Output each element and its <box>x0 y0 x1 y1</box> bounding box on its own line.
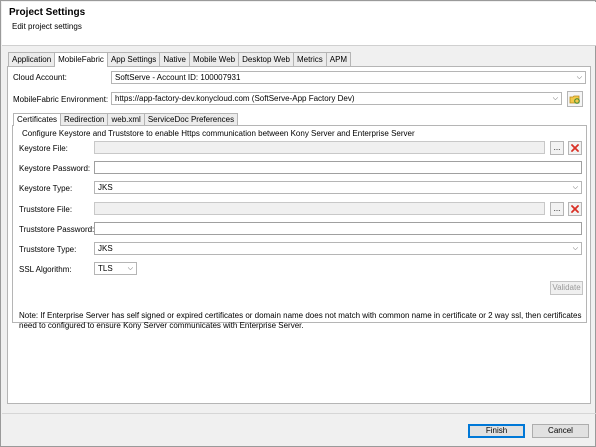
truststore-file-field <box>94 202 545 215</box>
tab-redirection[interactable]: Redirection <box>60 113 109 125</box>
finish-button[interactable]: Finish <box>468 424 525 438</box>
chevron-down-icon: ⌵ <box>572 245 578 252</box>
ssl-algorithm-value: TLS <box>98 264 113 273</box>
dialog-header: Project Settings Edit project settings <box>2 2 596 46</box>
keystore-delete-button[interactable] <box>568 141 582 155</box>
ssl-algorithm-label: SSL Algorithm: <box>19 265 72 274</box>
refresh-button[interactable] <box>567 91 583 107</box>
certificates-note: Note: If Enterprise Server has self sign… <box>19 311 582 330</box>
environment-label: MobileFabric Environment: <box>13 95 109 104</box>
tab-app-settings[interactable]: App Settings <box>106 52 161 66</box>
project-settings-dialog: Project Settings Edit project settings A… <box>0 0 596 447</box>
dialog-subtitle: Edit project settings <box>12 22 82 31</box>
truststore-type-label: Truststore Type: <box>19 245 77 254</box>
keystore-browse-button[interactable]: ... <box>550 141 564 155</box>
keystore-password-input[interactable] <box>94 161 582 174</box>
tab-desktop-web[interactable]: Desktop Web <box>238 52 294 66</box>
keystore-type-select[interactable]: JKS ⌵ <box>94 181 582 194</box>
truststore-delete-button[interactable] <box>568 202 582 216</box>
cancel-button[interactable]: Cancel <box>532 424 589 438</box>
tab-apm[interactable]: APM <box>325 52 352 66</box>
footer-divider <box>2 413 596 414</box>
tab-servicedoc-preferences[interactable]: ServiceDoc Preferences <box>143 113 239 125</box>
keystore-password-label: Keystore Password: <box>19 164 91 173</box>
sub-tab-bar: Certificates Redirection web.xml Service… <box>13 113 239 126</box>
refresh-folder-icon <box>569 95 580 104</box>
tab-metrics[interactable]: Metrics <box>292 52 327 66</box>
cloud-account-select[interactable]: SoftServe - Account ID: 100007931 ⌵ <box>111 71 586 84</box>
main-tab-bar: Application MobileFabric App Settings Na… <box>8 52 352 67</box>
tab-certificates[interactable]: Certificates <box>13 113 62 126</box>
dialog-title: Project Settings <box>9 7 86 18</box>
keystore-type-label: Keystore Type: <box>19 184 73 193</box>
keystore-file-label: Keystore File: <box>19 144 68 153</box>
chevron-down-icon: ⌵ <box>552 95 558 102</box>
keystore-type-value: JKS <box>98 183 113 192</box>
truststore-password-label: Truststore Password: <box>19 225 95 234</box>
truststore-type-select[interactable]: JKS ⌵ <box>94 242 582 255</box>
tab-application[interactable]: Application <box>8 52 56 66</box>
tab-native[interactable]: Native <box>159 52 190 66</box>
environment-select[interactable]: https://app-factory-dev.konycloud.com (S… <box>111 92 562 105</box>
tab-web-xml[interactable]: web.xml <box>107 113 145 125</box>
tab-mobilefabric[interactable]: MobileFabric <box>54 52 108 67</box>
certificates-intro: Configure Keystore and Truststore to ena… <box>22 129 415 138</box>
certificates-panel: Configure Keystore and Truststore to ena… <box>12 125 587 330</box>
truststore-file-label: Truststore File: <box>19 205 73 214</box>
truststore-type-value: JKS <box>98 244 113 253</box>
environment-value: https://app-factory-dev.konycloud.com (S… <box>115 94 355 103</box>
chevron-down-icon: ⌵ <box>576 74 582 81</box>
cloud-account-value: SoftServe - Account ID: 100007931 <box>115 73 241 82</box>
delete-x-icon <box>571 205 579 213</box>
ssl-algorithm-select[interactable]: TLS ⌵ <box>94 262 137 275</box>
tab-mobile-web[interactable]: Mobile Web <box>189 52 240 66</box>
validate-button[interactable]: Validate <box>550 281 583 295</box>
cloud-account-label: Cloud Account: <box>13 73 67 82</box>
chevron-down-icon: ⌵ <box>572 184 578 191</box>
truststore-password-input[interactable] <box>94 222 582 235</box>
chevron-down-icon: ⌵ <box>127 265 133 272</box>
truststore-browse-button[interactable]: ... <box>550 202 564 216</box>
delete-x-icon <box>571 144 579 152</box>
keystore-file-field <box>94 141 545 154</box>
